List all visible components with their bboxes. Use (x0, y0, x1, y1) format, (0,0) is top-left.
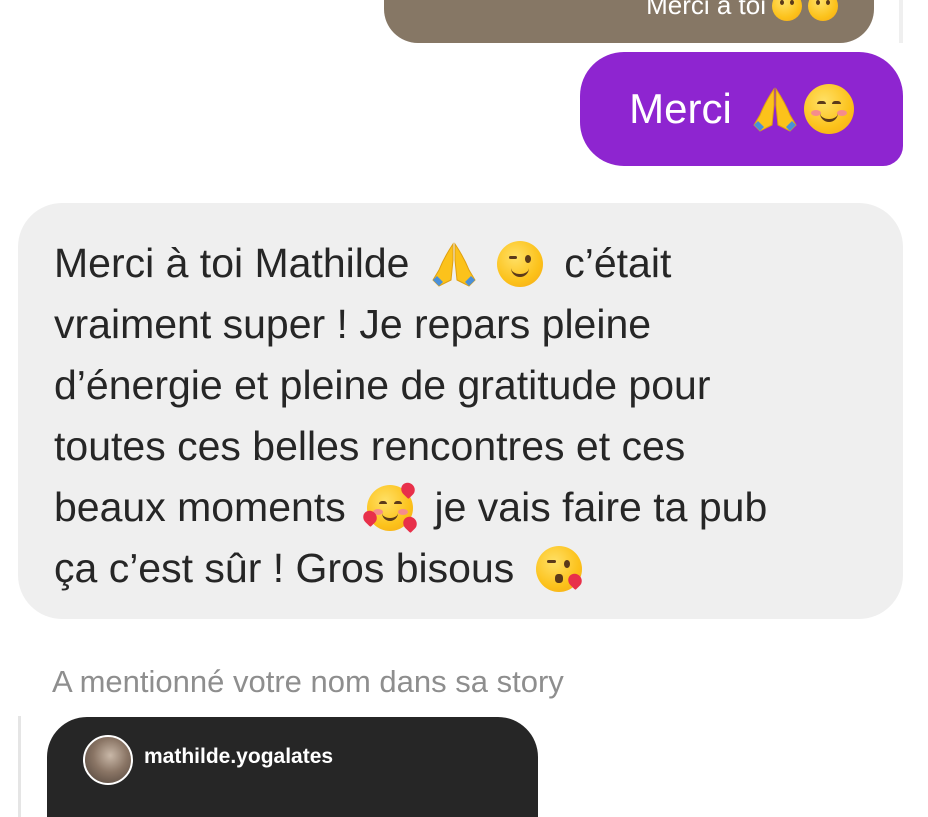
received-message-bubble[interactable]: Merci à toi Mathilde c’était vraiment su… (18, 203, 903, 619)
kissing-heart-face-icon (535, 545, 585, 592)
winking-face-icon (496, 240, 543, 287)
story-reply-label: Merci à toi (646, 0, 766, 20)
smiling-face-icon (808, 0, 838, 21)
dm-thread: Merci à toi Merci Merci à toi Mathilde c… (0, 0, 928, 817)
folded-hands-icon (753, 87, 797, 132)
reply-divider (899, 0, 903, 43)
message-line: ça c’est sûr ! Gros bisous (54, 538, 869, 599)
story-mention-caption: A mentionné votre nom dans sa story (52, 664, 564, 699)
message-line: d’énergie et pleine de gratitude pour (54, 362, 711, 408)
smiling-face-hearts-icon (360, 479, 420, 533)
story-divider (18, 716, 21, 817)
message-line: vraiment super ! Je repars pleine (54, 301, 652, 347)
message-line: Merci à toi Mathilde c’était (54, 240, 672, 287)
message-line: toutes ces belles rencontres et ces (54, 423, 686, 469)
avatar[interactable] (83, 735, 133, 785)
folded-hands-icon (432, 241, 476, 287)
story-reply-bubble[interactable]: Merci à toi (384, 0, 874, 43)
message-line: beaux moments je vais faire ta pub (54, 477, 869, 538)
sent-message-text: Merci (629, 85, 732, 132)
story-mention-card[interactable]: mathilde.yogalates (47, 717, 538, 817)
story-username[interactable]: mathilde.yogalates (144, 745, 333, 769)
smiling-face-icon (772, 0, 802, 21)
sent-message-bubble[interactable]: Merci (580, 52, 903, 166)
sent-message-emojis (750, 84, 854, 134)
story-reply-text: Merci à toi (646, 0, 838, 21)
smiling-blush-icon (803, 84, 854, 134)
